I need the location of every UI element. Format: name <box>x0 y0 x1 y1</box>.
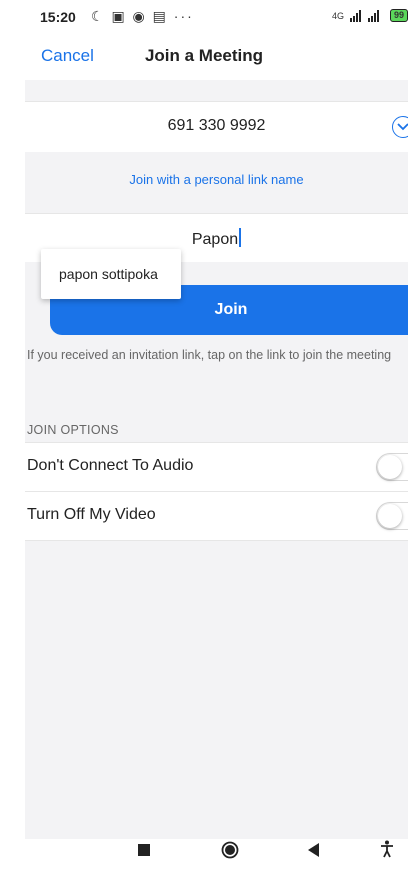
meeting-id-row[interactable]: 691 330 9992 <box>25 101 408 153</box>
toggle-knob <box>378 504 402 528</box>
back-icon[interactable] <box>308 843 320 862</box>
recents-icon[interactable] <box>138 843 150 861</box>
autocomplete-suggestion[interactable]: papon sottipoka <box>41 249 181 299</box>
accessibility-icon[interactable] <box>380 840 394 863</box>
status-bar: 15:20 ☾ ▣ ◉ ▤ ··· 4G 99 <box>25 0 408 34</box>
network-label: 4G <box>331 10 344 21</box>
option-row-video: Turn Off My Video <box>25 491 408 541</box>
status-time: 15:20 <box>40 9 76 25</box>
notification-icons: ☾ ▣ ◉ ▤ ··· <box>91 8 194 24</box>
signal-icon <box>349 9 379 22</box>
system-nav-bar <box>25 839 408 869</box>
page-title: Join a Meeting <box>144 46 264 65</box>
text-caret <box>239 228 242 247</box>
video-toggle[interactable] <box>376 502 408 530</box>
status-indicators: 4G 99 <box>332 9 408 22</box>
option-row-audio: Don't Connect To Audio <box>25 442 408 491</box>
chevron-down-icon[interactable] <box>392 116 408 138</box>
spacer-band <box>25 80 408 101</box>
join-button-label: Join <box>214 301 248 318</box>
home-icon[interactable] <box>221 841 239 864</box>
invitation-hint: If you received an invitation link, tap … <box>27 348 392 362</box>
name-value: Papon <box>191 231 239 248</box>
meeting-id-input[interactable]: 691 330 9992 <box>25 117 408 135</box>
join-options-label: JOIN OPTIONS <box>27 423 119 437</box>
battery-icon: 99 <box>389 9 408 22</box>
name-input[interactable]: Papon <box>25 228 408 249</box>
audio-toggle[interactable] <box>376 453 408 481</box>
personal-link-button[interactable]: Join with a personal link name <box>25 172 408 187</box>
option-label-audio: Don't Connect To Audio <box>27 457 194 474</box>
join-meeting-screen: 15:20 ☾ ▣ ◉ ▤ ··· 4G 99 Cancel 691 330 9… <box>25 0 408 869</box>
toggle-knob <box>378 455 402 479</box>
suggestion-text: papon sottipoka <box>59 266 158 282</box>
option-label-video: Turn Off My Video <box>27 506 156 523</box>
